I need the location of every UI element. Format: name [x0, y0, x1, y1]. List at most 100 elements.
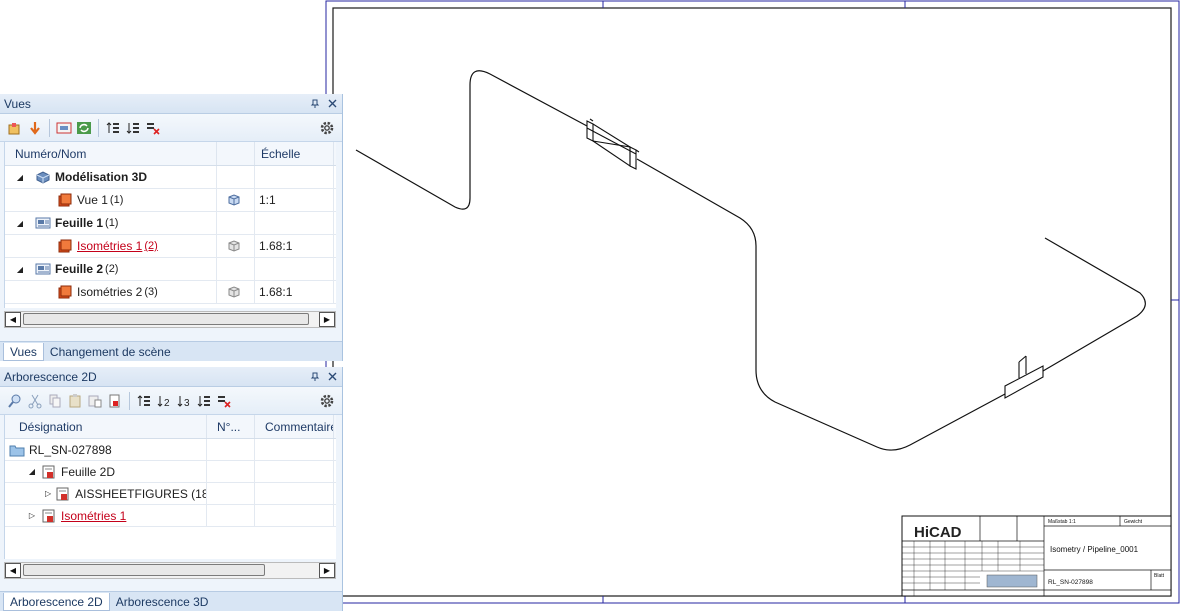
- row-count: (1): [109, 194, 124, 206]
- paste-icon[interactable]: [66, 392, 84, 410]
- name-cell[interactable]: Isométries 2 (3): [5, 281, 217, 303]
- delete-sort-icon[interactable]: [215, 392, 233, 410]
- copy-icon[interactable]: [46, 392, 64, 410]
- table-row[interactable]: Isométries 2 (3) 1.68:1: [5, 281, 336, 304]
- table-row[interactable]: ◢ Modélisation 3D: [5, 166, 336, 189]
- refresh-icon[interactable]: [75, 119, 93, 137]
- expand-triangle-icon[interactable]: ◢: [15, 264, 25, 274]
- svg-text:2: 2: [164, 398, 170, 409]
- row-label: Feuille 2D: [61, 464, 116, 479]
- paste-special-icon[interactable]: [86, 392, 104, 410]
- sheet-inner-frame: [332, 7, 1172, 597]
- view-image-icon[interactable]: [55, 119, 73, 137]
- collapse-triangle-icon[interactable]: ◢: [27, 467, 37, 477]
- expand-triangle-icon[interactable]: ▷: [27, 511, 37, 521]
- row-label: Vue 1: [77, 193, 108, 207]
- table-row[interactable]: ◢ Feuille 2 (2): [5, 258, 336, 281]
- column-header-number-name[interactable]: Numéro/Nom: [5, 142, 217, 165]
- table-row[interactable]: ▷ Isométries 1: [5, 505, 336, 527]
- name-cell[interactable]: ◢ Modélisation 3D: [5, 166, 217, 188]
- column-header-designation[interactable]: Désignation: [5, 415, 207, 438]
- sheet-2d-icon: [41, 508, 57, 524]
- gear-icon[interactable]: [318, 119, 336, 137]
- table-row[interactable]: ▷ AISSHEETFIGURES (183): [5, 483, 336, 505]
- tab-scene-change[interactable]: Changement de scène: [44, 343, 177, 361]
- vues-rows: ◢ Modélisation 3D Vue 1 (1) 1:1 ◢ Feuille 1 (1)…: [5, 166, 336, 304]
- sort-2-icon[interactable]: 2: [155, 392, 173, 410]
- scroll-left-icon[interactable]: ◀: [5, 563, 21, 578]
- row-label: Isométries 1: [61, 508, 127, 523]
- pin-icon[interactable]: [308, 370, 322, 384]
- tee-fitting[interactable]: [1004, 355, 1044, 399]
- scroll-track[interactable]: [21, 312, 319, 327]
- scroll-right-icon[interactable]: ▶: [319, 563, 335, 578]
- scale-cell: 1:1: [255, 189, 334, 211]
- sort-down-icon[interactable]: [195, 392, 213, 410]
- name-cell[interactable]: Vue 1 (1): [5, 189, 217, 211]
- table-row[interactable]: Isométries 1 (2) 1.68:1: [5, 235, 336, 258]
- name-cell[interactable]: Isométries 1 (2): [5, 235, 217, 257]
- name-cell[interactable]: ◢ Feuille 2 (2): [5, 258, 217, 280]
- arbo-panel-title: Arborescence 2D: [4, 369, 97, 384]
- arbo-horizontal-scrollbar[interactable]: ◀ ▶: [4, 562, 336, 579]
- scroll-thumb[interactable]: [23, 564, 265, 576]
- scroll-left-icon[interactable]: ◀: [5, 312, 21, 327]
- pipeline-segment-3[interactable]: [1042, 237, 1146, 372]
- scroll-right-icon[interactable]: ▶: [319, 312, 335, 327]
- folder-icon: [9, 442, 25, 458]
- magnifier-icon[interactable]: [6, 392, 24, 410]
- delete-document-icon[interactable]: [106, 392, 124, 410]
- pipeline-segment-1[interactable]: [355, 70, 588, 210]
- scroll-track[interactable]: [21, 563, 319, 578]
- arrow-down-icon[interactable]: [26, 119, 44, 137]
- designation-cell[interactable]: ▷ Isométries 1: [5, 505, 207, 526]
- svg-text:3: 3: [184, 398, 190, 409]
- table-row[interactable]: ◢ Feuille 1 (1): [5, 212, 336, 235]
- pin-icon[interactable]: [308, 97, 322, 111]
- designation-cell[interactable]: RL_SN-027898: [5, 439, 207, 460]
- type-cell: [217, 212, 255, 234]
- column-header-comment[interactable]: Commentaire: [255, 415, 334, 438]
- pipeline-segment-2[interactable]: [636, 158, 1006, 451]
- delete-sort-icon[interactable]: [144, 119, 162, 137]
- tab-arborescence-2d[interactable]: Arborescence 2D: [3, 593, 110, 611]
- sort-up-icon[interactable]: [135, 392, 153, 410]
- column-header-number[interactable]: N°...: [207, 415, 255, 438]
- expand-triangle-icon[interactable]: ▷: [45, 489, 51, 499]
- table-row[interactable]: RL_SN-027898: [5, 439, 336, 461]
- vues-grid: Numéro/Nom Échelle ◢ Modélisation 3D Vue 1…: [4, 142, 336, 308]
- number-cell: [207, 461, 255, 482]
- tab-vues[interactable]: Vues: [3, 343, 44, 361]
- expand-triangle-icon[interactable]: ◢: [15, 172, 25, 182]
- arbo-grid: Désignation N°... Commentaire RL_SN-0278…: [4, 415, 336, 559]
- column-header-type[interactable]: [217, 142, 255, 165]
- sort-3-icon[interactable]: 3: [175, 392, 193, 410]
- sort-up-icon[interactable]: [104, 119, 122, 137]
- app-root: HiCAD Maßstab 1:1 Gewicht Isometry / Pip…: [0, 0, 1183, 611]
- gear-icon[interactable]: [318, 392, 336, 410]
- cut-icon[interactable]: [26, 392, 44, 410]
- cube-icon: [226, 192, 242, 208]
- column-header-scale[interactable]: Échelle: [255, 142, 334, 165]
- vues-toolbar: [0, 114, 342, 142]
- vues-panel: Vues Numéro/Nom Échelle ◢ Modélisation 3…: [0, 94, 343, 361]
- valve-symbol[interactable]: [586, 118, 640, 170]
- type-cell: [217, 281, 255, 303]
- designation-cell[interactable]: ▷ AISSHEETFIGURES (183): [5, 483, 207, 504]
- table-row[interactable]: ◢ Feuille 2D: [5, 461, 336, 483]
- title-block[interactable]: HiCAD Maßstab 1:1 Gewicht Isometry / Pip…: [901, 515, 1172, 597]
- type-cell: [217, 235, 255, 257]
- vues-horizontal-scrollbar[interactable]: ◀ ▶: [4, 311, 336, 328]
- expand-triangle-icon[interactable]: ◢: [15, 218, 25, 228]
- scroll-thumb[interactable]: [23, 313, 309, 325]
- tab-arborescence-3d[interactable]: Arborescence 3D: [110, 593, 215, 611]
- row-count: (2): [105, 263, 119, 275]
- number-cell: [207, 505, 255, 526]
- table-row[interactable]: Vue 1 (1) 1:1: [5, 189, 336, 212]
- new-view-icon[interactable]: [6, 119, 24, 137]
- close-icon[interactable]: [325, 97, 339, 111]
- designation-cell[interactable]: ◢ Feuille 2D: [5, 461, 207, 482]
- close-icon[interactable]: [325, 370, 339, 384]
- name-cell[interactable]: ◢ Feuille 1 (1): [5, 212, 217, 234]
- sort-down-icon[interactable]: [124, 119, 142, 137]
